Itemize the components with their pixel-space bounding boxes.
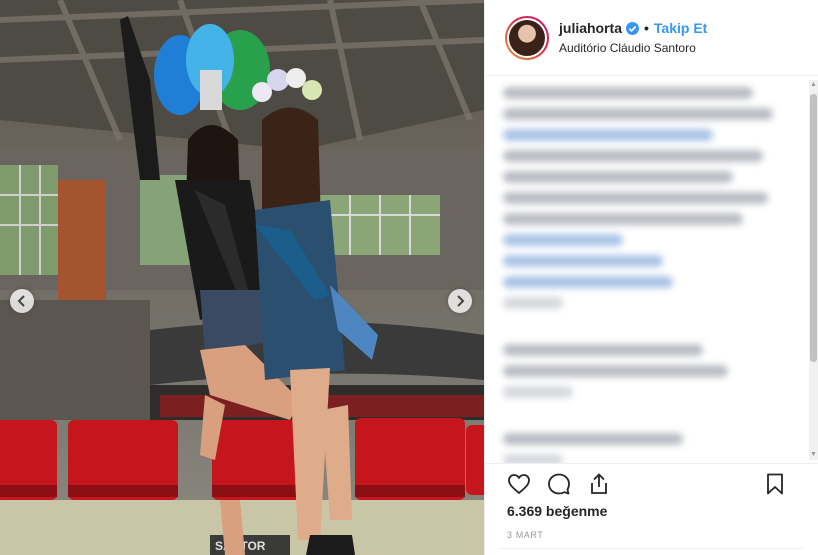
avatar-photo xyxy=(507,17,547,58)
instagram-post: SANTOR xyxy=(0,0,818,555)
scroll-thumb[interactable] xyxy=(810,94,817,362)
post-header: juliahorta • Takip Et Auditório Cláudio … xyxy=(485,0,818,76)
like-count[interactable]: 6.369 beğenme xyxy=(507,503,607,519)
share-button[interactable] xyxy=(585,470,613,498)
save-button[interactable] xyxy=(761,470,789,498)
divider xyxy=(499,548,803,549)
avatar[interactable] xyxy=(505,15,549,60)
action-bar xyxy=(485,463,818,503)
like-button[interactable] xyxy=(505,470,533,498)
chevron-right-icon xyxy=(457,295,465,307)
comments-scrollbar[interactable]: ▲ ▼ xyxy=(809,80,818,460)
scroll-down-arrow[interactable]: ▼ xyxy=(809,450,818,460)
prev-photo-button[interactable] xyxy=(10,289,34,313)
comments-area[interactable]: ▲ ▼ xyxy=(485,77,818,463)
scroll-up-arrow[interactable]: ▲ xyxy=(809,80,818,90)
post-date[interactable]: 3 MART xyxy=(507,530,543,540)
header-line: juliahorta • Takip Et xyxy=(559,20,707,36)
comment-button[interactable] xyxy=(545,470,573,498)
verified-badge-icon xyxy=(626,21,640,35)
comment-icon xyxy=(548,473,570,494)
location-link[interactable]: Auditório Cláudio Santoro xyxy=(559,41,707,55)
username-link[interactable]: juliahorta xyxy=(559,20,622,36)
bookmark-icon xyxy=(767,473,783,495)
follow-button[interactable]: Takip Et xyxy=(654,20,707,36)
post-photo[interactable]: SANTOR xyxy=(0,0,484,555)
photo-scene: SANTOR xyxy=(0,0,484,555)
next-photo-button[interactable] xyxy=(448,289,472,313)
chevron-left-icon xyxy=(17,295,25,307)
header-text: juliahorta • Takip Et Auditório Cláudio … xyxy=(559,20,707,55)
heart-icon xyxy=(508,473,530,494)
share-icon xyxy=(591,472,607,494)
separator-dot: • xyxy=(644,20,649,36)
post-side-panel: juliahorta • Takip Et Auditório Cláudio … xyxy=(484,0,818,555)
blurred-comments xyxy=(503,87,793,463)
